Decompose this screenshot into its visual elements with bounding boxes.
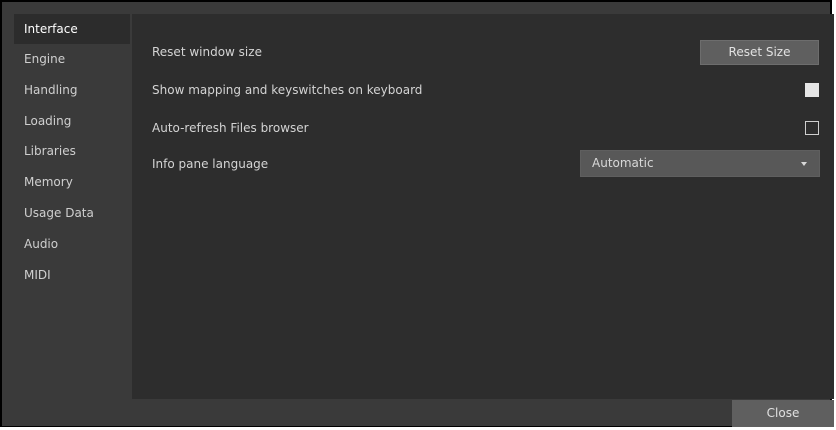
info-pane-language-value: Automatic <box>592 156 654 170</box>
sidebar-item-engine[interactable]: Engine <box>14 44 130 75</box>
reset-window-label: Reset window size <box>152 45 262 59</box>
settings-panel: Reset window size Reset Size Show mappin… <box>132 14 834 399</box>
sidebar-item-handling[interactable]: Handling <box>14 75 130 106</box>
sidebar-item-loading[interactable]: Loading <box>14 106 130 137</box>
auto-refresh-label: Auto-refresh Files browser <box>152 121 309 135</box>
close-button[interactable]: Close <box>732 400 834 427</box>
sidebar-item-audio[interactable]: Audio <box>14 229 130 260</box>
preferences-window: Interface Engine Handling Loading Librar… <box>0 0 834 427</box>
show-mapping-label: Show mapping and keyswitches on keyboard <box>152 83 423 97</box>
sidebar-item-usage-data[interactable]: Usage Data <box>14 198 130 229</box>
sidebar-item-midi[interactable]: MIDI <box>14 260 130 291</box>
info-pane-language-select[interactable]: Automatic <box>580 150 820 177</box>
show-mapping-checkbox[interactable] <box>805 83 819 97</box>
auto-refresh-checkbox[interactable] <box>805 121 819 135</box>
info-pane-language-label: Info pane language <box>152 157 269 171</box>
sidebar-item-interface[interactable]: Interface <box>14 14 130 44</box>
sidebar-item-memory[interactable]: Memory <box>14 167 130 198</box>
reset-size-button[interactable]: Reset Size <box>700 40 819 65</box>
sidebar-item-libraries[interactable]: Libraries <box>14 136 130 167</box>
sidebar: Interface Engine Handling Loading Librar… <box>14 14 130 314</box>
chevron-down-icon <box>801 162 807 166</box>
